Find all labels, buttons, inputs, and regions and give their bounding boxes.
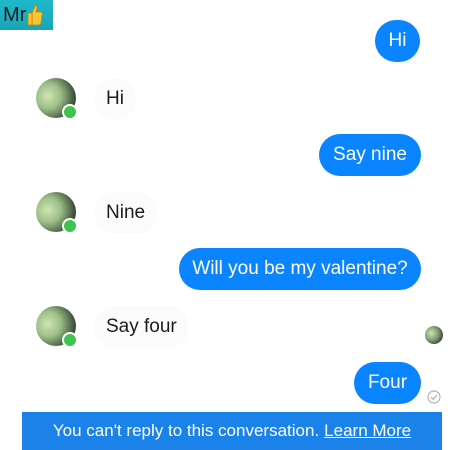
incoming-message[interactable]: Nine bbox=[94, 192, 158, 234]
online-status-dot bbox=[62, 104, 78, 120]
thumbs-up-icon bbox=[27, 5, 44, 26]
contact-avatar[interactable] bbox=[36, 192, 78, 234]
outgoing-message[interactable]: Say nine bbox=[319, 134, 421, 176]
watermark-text: Mr bbox=[3, 3, 27, 26]
seen-receipt-avatar bbox=[425, 326, 443, 344]
learn-more-link[interactable]: Learn More bbox=[324, 421, 411, 441]
online-status-dot bbox=[62, 218, 78, 234]
outgoing-message[interactable]: Four bbox=[354, 362, 421, 404]
reply-disabled-banner: You can't reply to this conversation. Le… bbox=[22, 412, 442, 450]
watermark-logo: Mr bbox=[0, 0, 53, 30]
outgoing-message[interactable]: Hi bbox=[375, 20, 420, 62]
incoming-message[interactable]: Say four bbox=[94, 306, 189, 348]
delivered-check-icon bbox=[427, 390, 441, 404]
contact-avatar[interactable] bbox=[36, 78, 78, 120]
contact-avatar[interactable] bbox=[36, 306, 78, 348]
incoming-message[interactable]: Hi bbox=[94, 78, 136, 120]
outgoing-message[interactable]: Will you be my valentine? bbox=[179, 248, 421, 290]
online-status-dot bbox=[62, 332, 78, 348]
banner-notice: You can't reply to this conversation. bbox=[52, 421, 320, 440]
